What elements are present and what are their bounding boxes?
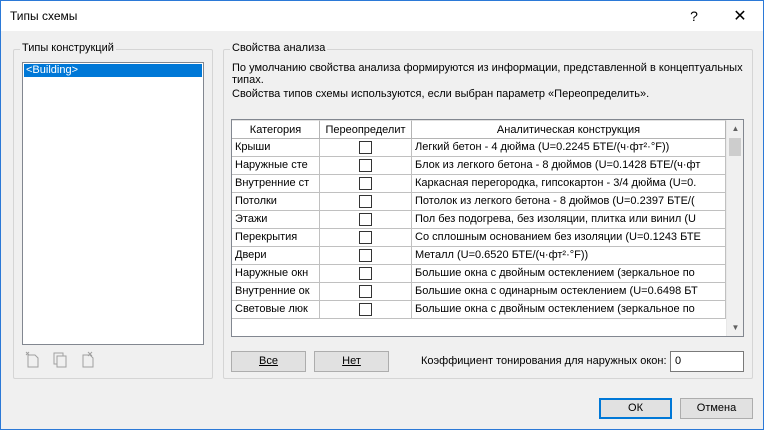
help-button[interactable]: ? (671, 1, 717, 31)
header-category[interactable]: Категория (232, 120, 320, 139)
override-checkbox[interactable] (359, 177, 372, 190)
override-cell (320, 247, 412, 265)
override-checkbox[interactable] (359, 159, 372, 172)
override-checkbox[interactable] (359, 285, 372, 298)
grid-header: Категория Переопределит Аналитическая ко… (232, 120, 726, 139)
category-cell: Двери (232, 247, 320, 265)
table-row[interactable]: Крыши Легкий бетон - 4 дюйма (U=0.2245 БТ… (232, 139, 726, 157)
tint-coefficient-input[interactable]: 0 (670, 351, 744, 372)
override-checkbox[interactable] (359, 213, 372, 226)
override-checkbox[interactable] (359, 303, 372, 316)
duplicate-type-icon[interactable] (52, 351, 68, 369)
grid-rows: Крыши Легкий бетон - 4 дюйма (U=0.2245 БТ… (232, 139, 726, 319)
ok-button[interactable]: ОК (599, 398, 672, 419)
select-all-label: Все (259, 355, 278, 367)
override-cell (320, 139, 412, 157)
construction-cell[interactable]: Блок из легкого бетона - 8 дюймов (U=0.1… (412, 157, 726, 175)
category-cell: Наружные сте (232, 157, 320, 175)
dialog-window: Типы схемы ? ✕ Типы конструкций <Buildin… (0, 0, 764, 430)
category-cell: Внутренние ок (232, 283, 320, 301)
override-cell (320, 175, 412, 193)
new-type-icon[interactable] (25, 351, 41, 369)
cancel-button[interactable]: Отмена (680, 398, 753, 419)
delete-type-icon[interactable] (80, 351, 96, 369)
table-row[interactable]: Наружные сте Блок из легкого бетона - 8 д… (232, 157, 726, 175)
override-cell (320, 193, 412, 211)
window-title: Типы схемы (10, 9, 78, 23)
override-cell (320, 157, 412, 175)
tint-coefficient-label: Коэффициент тонирования для наружных око… (421, 355, 667, 367)
override-cell (320, 211, 412, 229)
construction-cell[interactable]: Большие окна с одинарным остеклением (U=… (412, 283, 726, 301)
table-row[interactable]: Внутренние ст Каркасная перегородка, гипс… (232, 175, 726, 193)
select-none-label: Нет (342, 355, 361, 367)
table-row[interactable]: Наружные окн Большие окна с двойным остек… (232, 265, 726, 283)
close-button[interactable]: ✕ (717, 1, 763, 31)
table-row[interactable]: Световые люк Большие окна с двойным остек… (232, 301, 726, 319)
override-checkbox[interactable] (359, 195, 372, 208)
scroll-up-icon[interactable]: ▲ (727, 120, 743, 137)
grid-vertical-scrollbar[interactable]: ▲ ▼ (726, 120, 743, 336)
category-cell: Световые люк (232, 301, 320, 319)
category-cell: Перекрытия (232, 229, 320, 247)
override-cell (320, 229, 412, 247)
description-line-3: Свойства типов схемы используются, если … (232, 88, 650, 100)
construction-types-list[interactable]: <Building> (22, 62, 204, 345)
description-line-1: По умолчанию свойства анализа формируютс… (232, 62, 743, 74)
construction-cell[interactable]: Металл (U=0.6520 БТЕ/(ч·фт²·°F)) (412, 247, 726, 265)
header-construction[interactable]: Аналитическая конструкция (412, 120, 726, 139)
table-row[interactable]: Этажи Пол без подогрева, без изоляции, пл… (232, 211, 726, 229)
category-cell: Этажи (232, 211, 320, 229)
construction-cell[interactable]: Каркасная перегородка, гипсокартон - 3/4… (412, 175, 726, 193)
construction-types-label: Типы конструкций (20, 42, 116, 54)
override-checkbox[interactable] (359, 267, 372, 280)
construction-cell[interactable]: Потолок из легкого бетона - 8 дюймов (U=… (412, 193, 726, 211)
category-cell: Наружные окн (232, 265, 320, 283)
scroll-thumb[interactable] (729, 138, 741, 156)
scroll-down-icon[interactable]: ▼ (727, 319, 743, 336)
override-checkbox[interactable] (359, 141, 372, 154)
construction-cell[interactable]: Пол без подогрева, без изоляции, плитка … (412, 211, 726, 229)
table-row[interactable]: Потолки Потолок из легкого бетона - 8 дюй… (232, 193, 726, 211)
category-cell: Крыши (232, 139, 320, 157)
header-override[interactable]: Переопределит (320, 120, 412, 139)
table-row[interactable]: Двери Металл (U=0.6520 БТЕ/(ч·фт²·°F)) (232, 247, 726, 265)
list-item-building[interactable]: <Building> (24, 64, 202, 77)
select-all-button[interactable]: Все (231, 351, 306, 372)
table-row[interactable]: Внутренние ок Большие окна с одинарным ос… (232, 283, 726, 301)
construction-cell[interactable]: Со сплошным основанием без изоляции (U=0… (412, 229, 726, 247)
select-none-button[interactable]: Нет (314, 351, 389, 372)
override-checkbox[interactable] (359, 231, 372, 244)
override-checkbox[interactable] (359, 249, 372, 262)
category-cell: Потолки (232, 193, 320, 211)
analysis-grid: Категория Переопределит Аналитическая ко… (231, 119, 744, 337)
override-cell (320, 265, 412, 283)
description-line-2: типах. (232, 74, 264, 86)
construction-cell[interactable]: Большие окна с двойным остеклением (зерк… (412, 265, 726, 283)
title-bar: Типы схемы ? ✕ (1, 1, 763, 31)
override-cell (320, 283, 412, 301)
table-row[interactable]: Перекрытия Со сплошным основанием без изо… (232, 229, 726, 247)
override-cell (320, 301, 412, 319)
construction-cell[interactable]: Большие окна с двойным остеклением (зерк… (412, 301, 726, 319)
category-cell: Внутренние ст (232, 175, 320, 193)
construction-cell[interactable]: Легкий бетон - 4 дюйма (U=0.2245 БТЕ/(ч·… (412, 139, 726, 157)
analysis-properties-label: Свойства анализа (230, 42, 328, 54)
